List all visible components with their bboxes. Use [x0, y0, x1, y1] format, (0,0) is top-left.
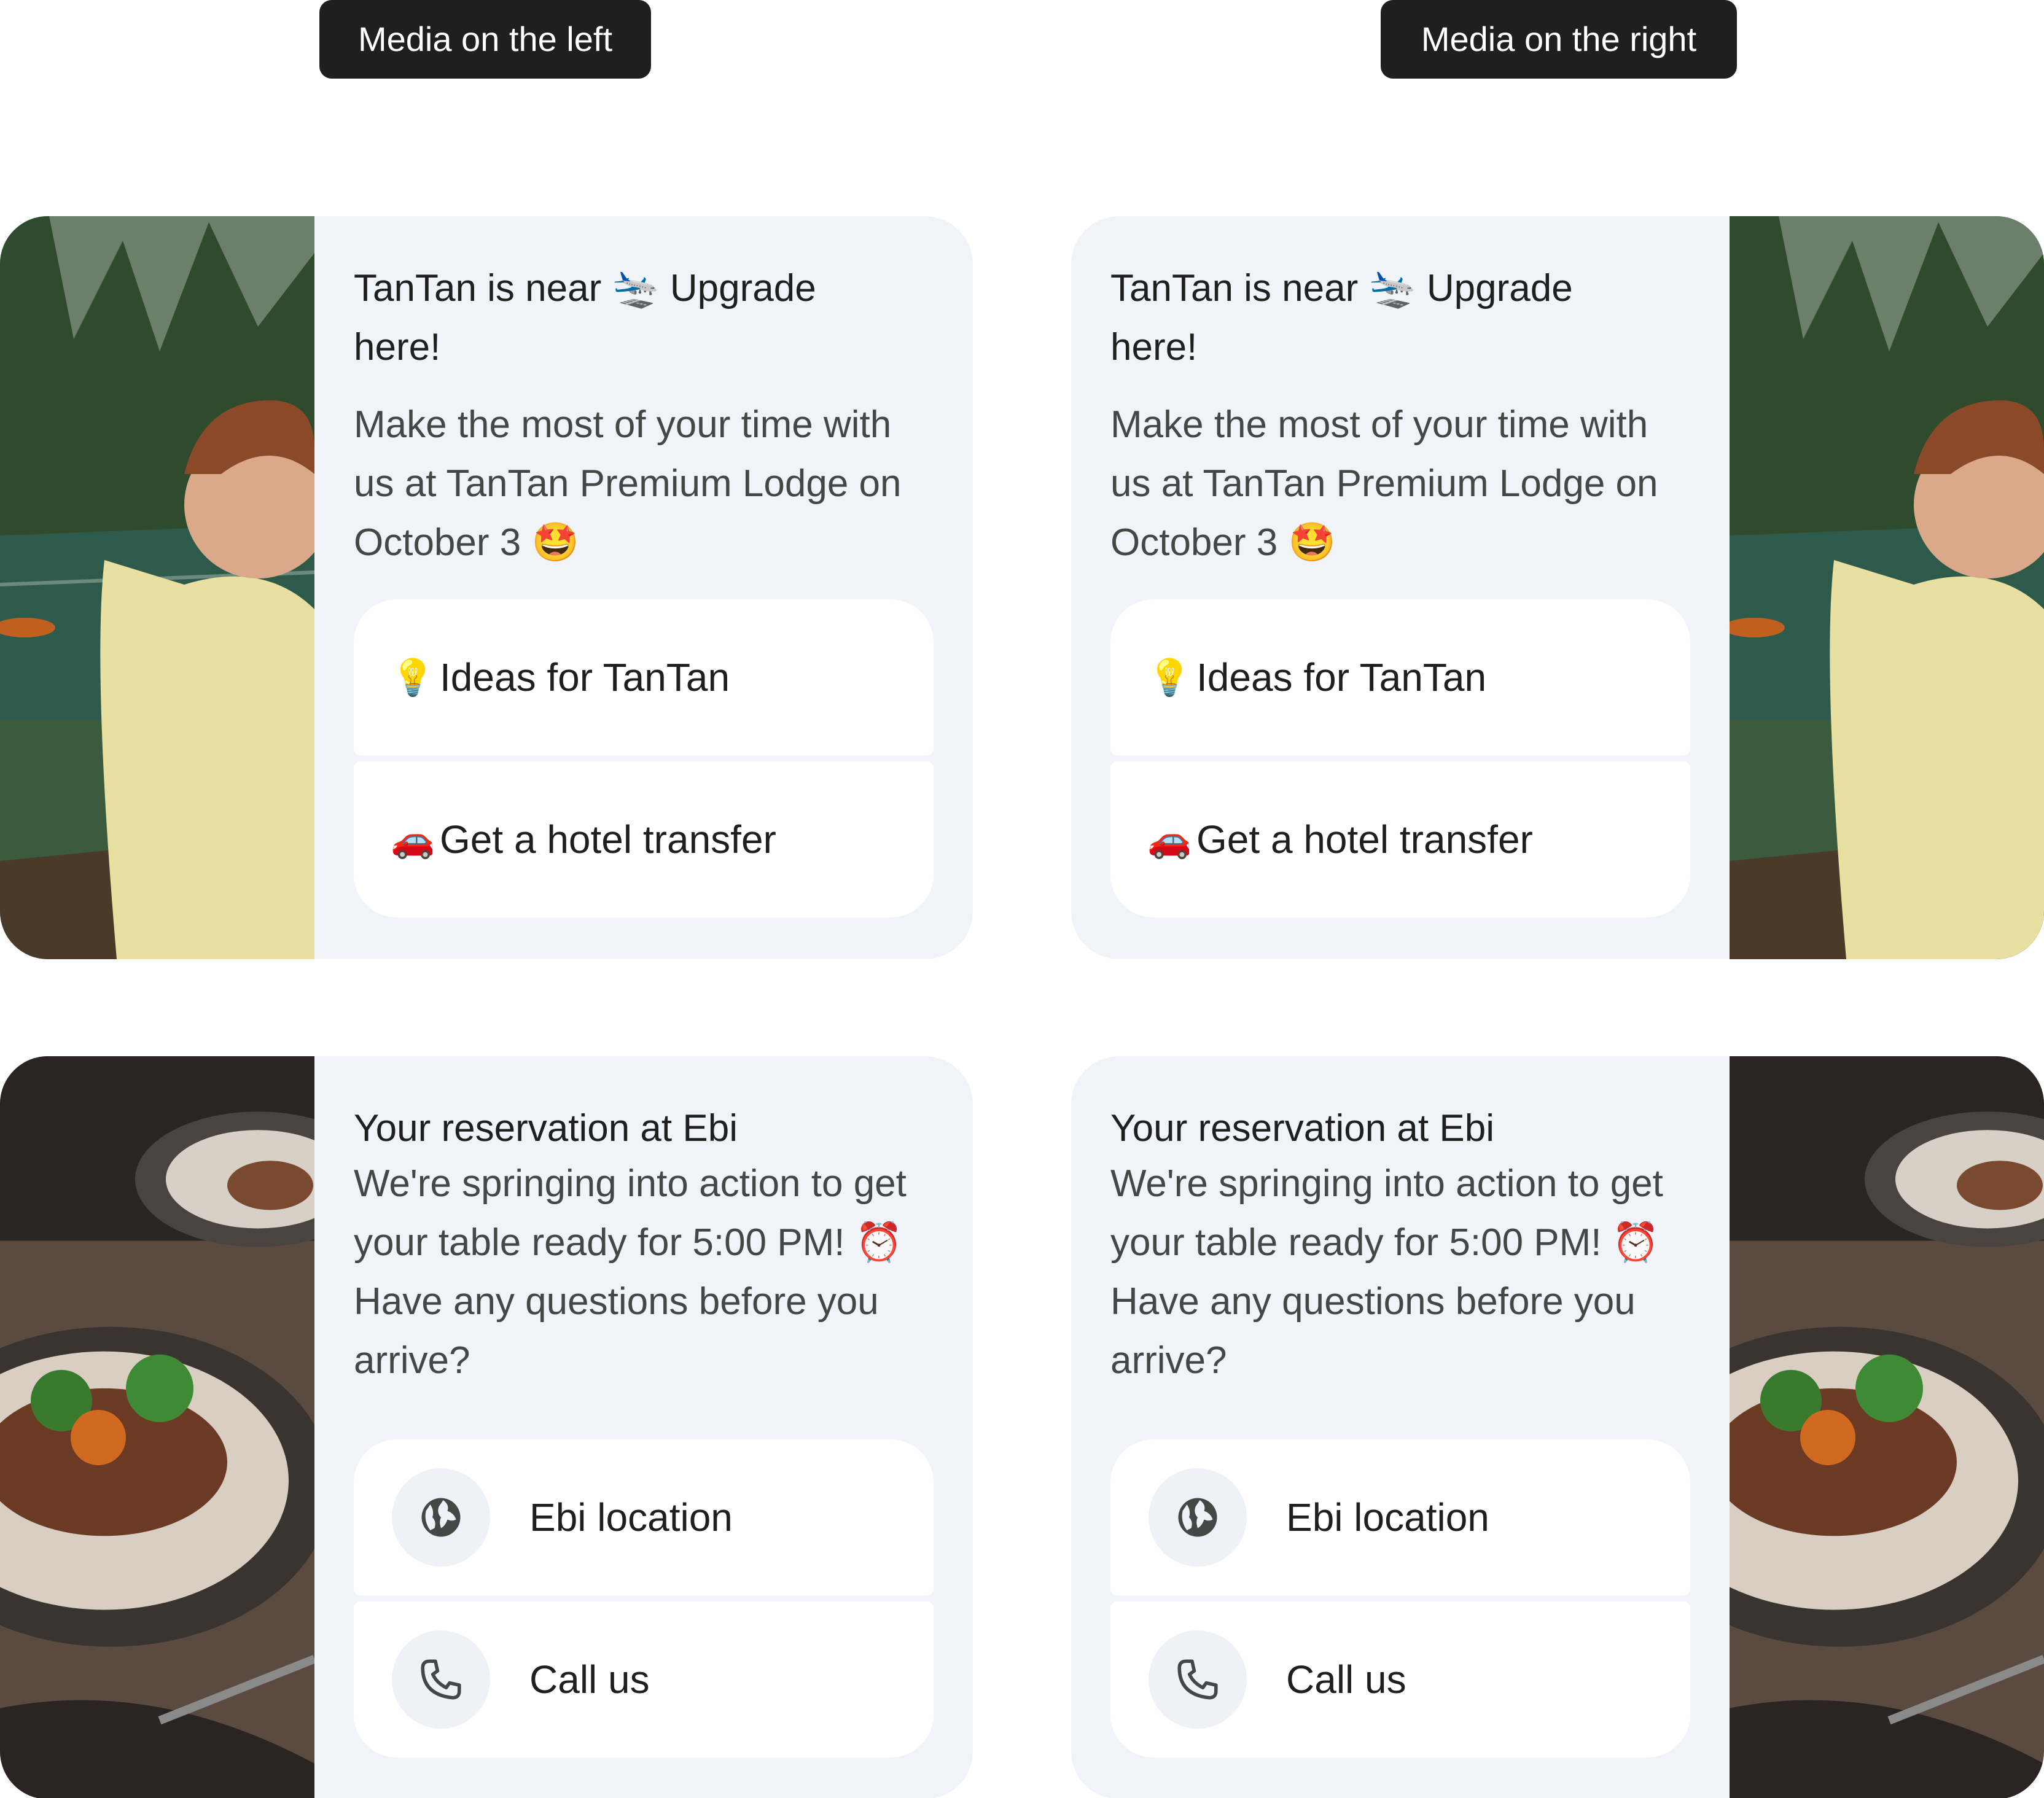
hotel-photo: [1730, 216, 2044, 959]
chip-label: Ebi location: [529, 1495, 733, 1539]
phone-icon: [1149, 1630, 1247, 1729]
call-chip[interactable]: Call us: [354, 1601, 934, 1757]
chip-label: Call us: [1286, 1657, 1406, 1702]
card-body: We're springing into action to get your …: [354, 1162, 907, 1382]
food-photo: [1730, 1056, 2044, 1798]
hotel-card-content: TanTan is near 🛬 Upgrade here! Make the …: [354, 216, 934, 959]
globe-icon: [392, 1468, 490, 1566]
location-chip[interactable]: Ebi location: [1110, 1439, 1690, 1595]
phone-icon: [392, 1630, 490, 1729]
lightbulb-icon: 💡: [1147, 656, 1192, 698]
restaurant-card-media-left: Your reservation at Ebi We're springing …: [0, 1056, 973, 1798]
card-title: TanTan is near 🛬 Upgrade here!: [354, 267, 816, 368]
restaurant-card-content: Your reservation at Ebi We're springing …: [354, 1056, 934, 1798]
chip-label: Call us: [529, 1657, 650, 1702]
suggestion-chips: 💡 Ideas for TanTan 🚗 Get a hotel transfe…: [354, 599, 934, 917]
card-title: TanTan is near 🛬 Upgrade here!: [1110, 267, 1573, 368]
hotel-card-media-right: TanTan is near 🛬 Upgrade here! Make the …: [1071, 216, 2044, 959]
chip-label: Get a hotel transfer: [440, 817, 776, 862]
call-chip[interactable]: Call us: [1110, 1601, 1690, 1757]
hotel-card-content: TanTan is near 🛬 Upgrade here! Make the …: [1110, 216, 1690, 959]
card-body: We're springing into action to get your …: [1110, 1162, 1663, 1382]
lightbulb-icon: 💡: [391, 656, 435, 698]
hotel-card-media-left: TanTan is near 🛬 Upgrade here! Make the …: [0, 216, 973, 959]
action-chips: Ebi location Call us: [354, 1439, 934, 1757]
hotel-photo: [0, 216, 314, 959]
food-photo: [0, 1056, 314, 1798]
ideas-chip[interactable]: 💡 Ideas for TanTan: [1110, 599, 1690, 755]
globe-icon: [1149, 1468, 1247, 1566]
suggestion-chips: 💡 Ideas for TanTan 🚗 Get a hotel transfe…: [1110, 599, 1690, 917]
hotel-transfer-chip[interactable]: 🚗 Get a hotel transfer: [354, 761, 934, 917]
chip-label: Ideas for TanTan: [1196, 655, 1487, 699]
location-chip[interactable]: Ebi location: [354, 1439, 934, 1595]
card-title: Your reservation at Ebi: [1110, 1107, 1494, 1150]
chip-label: Ideas for TanTan: [440, 655, 730, 699]
media-left-label: Media on the left: [319, 0, 651, 79]
action-chips: Ebi location Call us: [1110, 1439, 1690, 1757]
restaurant-card-media-right: Your reservation at Ebi We're springing …: [1071, 1056, 2044, 1798]
card-body: Make the most of your time with us at Ta…: [354, 403, 902, 564]
chip-label: Get a hotel transfer: [1196, 817, 1533, 862]
car-icon: 🚗: [1147, 819, 1192, 860]
hotel-transfer-chip[interactable]: 🚗 Get a hotel transfer: [1110, 761, 1690, 917]
chip-label: Ebi location: [1286, 1495, 1489, 1539]
ideas-chip[interactable]: 💡 Ideas for TanTan: [354, 599, 934, 755]
restaurant-card-content: Your reservation at Ebi We're springing …: [1110, 1056, 1690, 1798]
card-title: Your reservation at Ebi: [354, 1107, 738, 1150]
media-right-label: Media on the right: [1381, 0, 1737, 79]
card-body: Make the most of your time with us at Ta…: [1110, 403, 1658, 564]
car-icon: 🚗: [391, 819, 435, 860]
